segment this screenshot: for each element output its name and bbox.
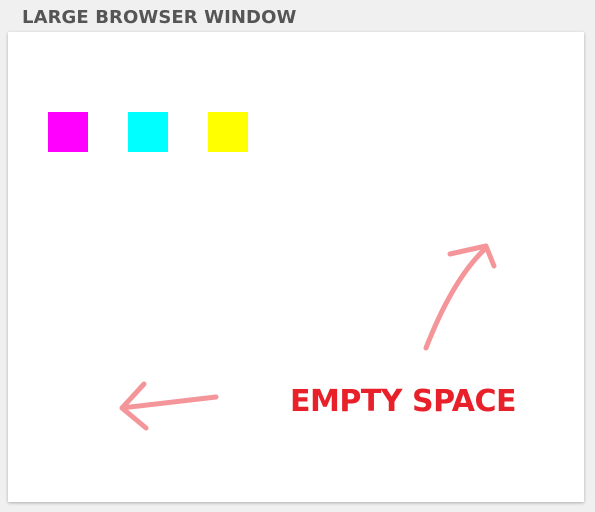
arrow-left-icon xyxy=(119,381,219,431)
window-title: LARGE BROWSER WINDOW xyxy=(22,7,297,28)
empty-space-label: EMPTY SPACE xyxy=(290,384,517,419)
annotation-arrows xyxy=(119,243,497,431)
yellow-square xyxy=(208,112,248,152)
browser-window: EMPTY SPACE xyxy=(8,32,584,502)
magenta-square xyxy=(48,112,88,152)
arrow-up-right-icon xyxy=(423,243,497,351)
cyan-square xyxy=(128,112,168,152)
